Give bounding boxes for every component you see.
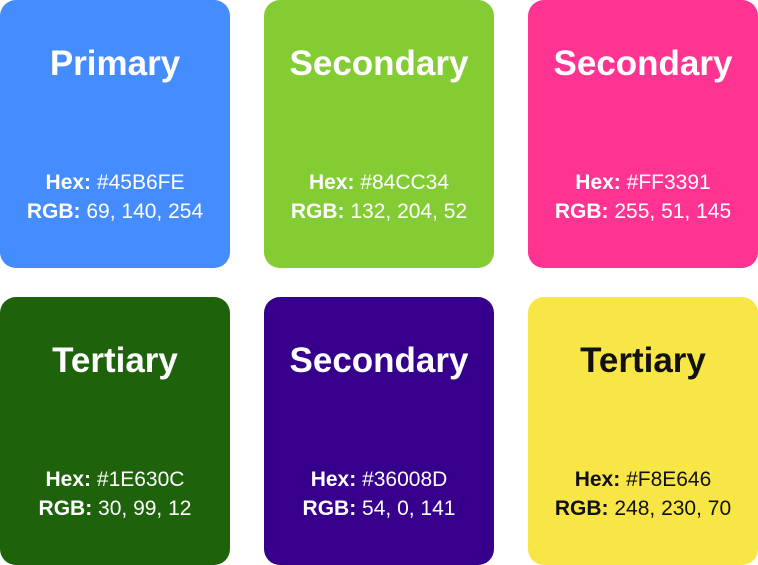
hex-row: Hex: #45B6FE: [0, 168, 230, 197]
hex-value: #84CC34: [360, 171, 450, 194]
rgb-label: RGB:: [302, 497, 357, 520]
hex-value: #36008D: [362, 468, 448, 491]
hex-label: Hex:: [45, 468, 92, 491]
hex-label: Hex:: [308, 171, 355, 194]
color-palette-grid: Primary Hex: #45B6FE RGB: 69, 140, 254 S…: [0, 0, 758, 565]
rgb-value: 69, 140, 254: [86, 200, 204, 223]
swatch-info: Hex: #F8E646 RGB: 248, 230, 70: [528, 465, 758, 523]
hex-value: #45B6FE: [96, 171, 185, 194]
color-swatch-tertiary-yellow: Tertiary Hex: #F8E646 RGB: 248, 230, 70: [528, 297, 758, 565]
rgb-value: 132, 204, 52: [350, 200, 468, 223]
rgb-row: RGB: 30, 99, 12: [0, 494, 230, 523]
rgb-row: RGB: 54, 0, 141: [264, 494, 494, 523]
hex-row: Hex: #36008D: [264, 465, 494, 494]
rgb-label: RGB:: [554, 200, 609, 223]
color-swatch-secondary-purple: Secondary Hex: #36008D RGB: 54, 0, 141: [264, 297, 494, 565]
hex-label: Hex:: [574, 468, 621, 491]
swatch-info: Hex: #45B6FE RGB: 69, 140, 254: [0, 168, 230, 226]
hex-row: Hex: #F8E646: [528, 465, 758, 494]
hex-value: #1E630C: [96, 468, 185, 491]
hex-value: #F8E646: [626, 468, 712, 491]
swatch-name: Primary: [49, 44, 181, 83]
swatch-name: Secondary: [553, 44, 733, 83]
rgb-row: RGB: 255, 51, 145: [528, 197, 758, 226]
hex-label: Hex:: [310, 468, 357, 491]
rgb-label: RGB:: [290, 200, 345, 223]
hex-row: Hex: #84CC34: [264, 168, 494, 197]
swatch-name: Tertiary: [580, 341, 706, 380]
swatch-info: Hex: #36008D RGB: 54, 0, 141: [264, 465, 494, 523]
rgb-row: RGB: 248, 230, 70: [528, 494, 758, 523]
hex-row: Hex: #1E630C: [0, 465, 230, 494]
rgb-label: RGB:: [554, 497, 609, 520]
rgb-row: RGB: 69, 140, 254: [0, 197, 230, 226]
swatch-info: Hex: #FF3391 RGB: 255, 51, 145: [528, 168, 758, 226]
hex-label: Hex:: [45, 171, 92, 194]
hex-label: Hex:: [575, 171, 621, 194]
rgb-label: RGB:: [38, 497, 93, 520]
rgb-label: RGB:: [26, 200, 81, 223]
rgb-row: RGB: 132, 204, 52: [264, 197, 494, 226]
color-swatch-secondary-pink: Secondary Hex: #FF3391 RGB: 255, 51, 145: [528, 0, 758, 268]
swatch-name: Tertiary: [52, 341, 178, 380]
color-swatch-tertiary-green: Tertiary Hex: #1E630C RGB: 30, 99, 12: [0, 297, 230, 565]
rgb-value: 248, 230, 70: [614, 497, 732, 520]
hex-value: #FF3391: [626, 171, 711, 194]
rgb-value: 255, 51, 145: [614, 200, 732, 223]
rgb-value: 30, 99, 12: [98, 497, 192, 520]
rgb-value: 54, 0, 141: [362, 497, 456, 520]
color-swatch-secondary-green: Secondary Hex: #84CC34 RGB: 132, 204, 52: [264, 0, 494, 268]
swatch-name: Secondary: [289, 341, 469, 380]
swatch-info: Hex: #84CC34 RGB: 132, 204, 52: [264, 168, 494, 226]
swatch-name: Secondary: [289, 44, 469, 83]
hex-row: Hex: #FF3391: [528, 168, 758, 197]
swatch-info: Hex: #1E630C RGB: 30, 99, 12: [0, 465, 230, 523]
color-swatch-primary: Primary Hex: #45B6FE RGB: 69, 140, 254: [0, 0, 230, 268]
